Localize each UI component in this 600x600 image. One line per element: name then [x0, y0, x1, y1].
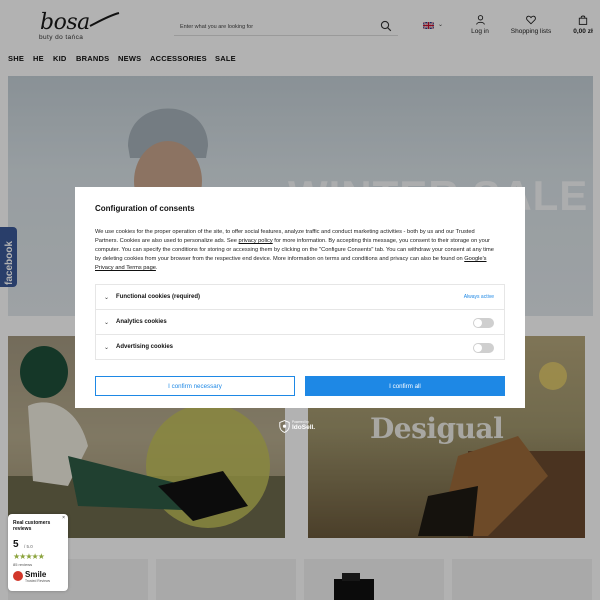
consent-title: Configuration of consents: [95, 204, 195, 213]
consent-text: .: [155, 265, 158, 271]
advertising-cookies-row[interactable]: ⌄ Advertising cookies: [95, 334, 505, 360]
analytics-cookies-label: Analytics cookies: [116, 319, 167, 325]
star-rating-icon: ★★★★★: [13, 552, 45, 561]
smile-logo-icon: [13, 571, 23, 581]
confirm-necessary-button[interactable]: I confirm necessary: [95, 376, 295, 396]
reviews-widget[interactable]: × Real customers reviews 5 / 5.0 ★★★★★ 8…: [8, 514, 68, 591]
privacy-policy-link[interactable]: privacy policy: [239, 238, 273, 244]
advertising-toggle[interactable]: [473, 343, 494, 353]
consent-modal: Configuration of consents We use cookies…: [75, 187, 525, 408]
analytics-toggle[interactable]: [473, 318, 494, 328]
advertising-cookies-label: Advertising cookies: [116, 344, 174, 350]
chevron-down-icon: ⌄: [104, 345, 110, 351]
chevron-down-icon: ⌄: [104, 295, 110, 301]
consent-description: We use cookies for the proper operation …: [95, 228, 497, 273]
confirm-all-button[interactable]: I confirm all: [305, 376, 505, 396]
reviews-brand: Smile: [25, 570, 47, 579]
shield-icon: [279, 420, 290, 433]
analytics-cookies-row[interactable]: ⌄ Analytics cookies: [95, 309, 505, 335]
reviews-count: 85 reviews: [13, 562, 33, 567]
functional-cookies-row[interactable]: ⌄ Functional cookies (required) Always a…: [95, 284, 505, 310]
reviews-max: / 5.0: [24, 544, 33, 549]
reviews-heading: Real customers reviews: [13, 520, 51, 532]
functional-cookies-label: Functional cookies (required): [116, 294, 201, 300]
reviews-score: 5: [13, 539, 19, 550]
chevron-down-icon: ⌄: [104, 320, 110, 326]
idosell-name: IdoSell.: [292, 424, 316, 431]
idosell-badge[interactable]: Powered by IdoSell.: [279, 420, 323, 434]
reviews-brand-sub: Trusted Reviews: [25, 579, 51, 583]
always-active-label: Always active: [463, 294, 494, 300]
